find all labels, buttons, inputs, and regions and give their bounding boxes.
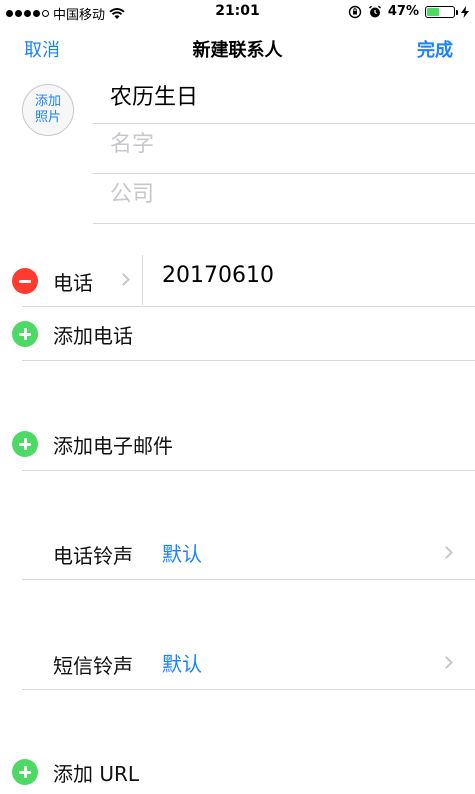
add-phone-label[interactable]: 添加电话	[53, 320, 133, 349]
battery-percent: 47%	[387, 4, 419, 19]
add-url-label[interactable]: 添加 URL	[53, 758, 139, 787]
phone-divider	[142, 255, 143, 305]
phone-row: 电话	[12, 255, 475, 307]
add-photo-button[interactable]: 添加 照片	[22, 84, 74, 136]
text-tone-label: 短信铃声	[53, 654, 133, 678]
first-name-row	[93, 74, 475, 124]
ringtone-value: 默认	[162, 542, 202, 566]
text-tone-row[interactable]: 短信铃声 默认	[22, 634, 475, 690]
delete-phone-icon[interactable]	[12, 268, 38, 294]
add-url-row[interactable]: 添加 URL	[12, 744, 475, 794]
charging-bolt-icon	[461, 5, 469, 18]
first-name-input[interactable]	[110, 82, 450, 107]
last-name-input[interactable]	[110, 132, 450, 157]
ringtone-chevron-icon	[440, 546, 453, 559]
done-button[interactable]: 完成	[417, 36, 453, 62]
page-title: 新建联系人	[192, 40, 283, 61]
ringtone-label: 电话铃声	[53, 544, 133, 568]
add-photo-label-line2: 照片	[34, 110, 61, 125]
last-name-row	[93, 124, 475, 174]
alarm-icon	[368, 5, 381, 17]
ringtone-row[interactable]: 电话铃声 默认	[22, 524, 475, 580]
add-photo-label-line1: 添加	[34, 94, 61, 109]
add-phone-icon[interactable]	[12, 321, 38, 347]
phone-label-chevron-icon[interactable]	[117, 273, 130, 286]
rotation-lock-icon	[348, 5, 362, 18]
status-right: 47%	[348, 4, 469, 19]
phone-label[interactable]: 电话	[53, 267, 93, 296]
company-row	[93, 174, 475, 224]
add-email-icon[interactable]	[12, 431, 38, 457]
status-bar: 中国移动 21:01 47%	[0, 0, 475, 24]
text-tone-chevron-icon	[440, 656, 453, 669]
phone-number-input[interactable]	[162, 263, 442, 288]
battery-icon	[425, 5, 458, 18]
add-phone-row[interactable]: 添加电话	[12, 307, 475, 361]
add-email-label[interactable]: 添加电子邮件	[53, 430, 173, 459]
add-url-icon[interactable]	[12, 759, 38, 785]
navigation-bar: 取消 新建联系人 完成	[0, 30, 475, 66]
add-email-row[interactable]: 添加电子邮件	[12, 415, 475, 471]
company-input[interactable]	[110, 182, 450, 207]
text-tone-value: 默认	[162, 652, 202, 676]
